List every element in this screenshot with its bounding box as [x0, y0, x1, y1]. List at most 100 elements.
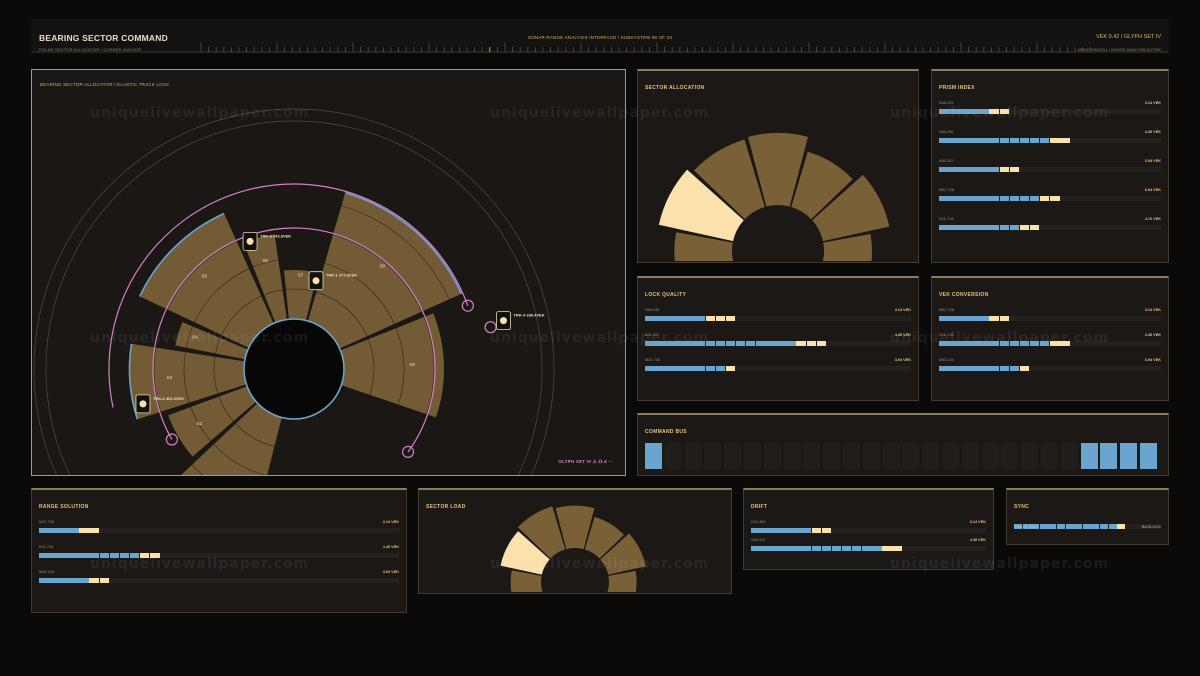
command-bus-cell[interactable] — [1001, 443, 1019, 469]
bar-segment — [665, 316, 675, 321]
bar-segment — [1060, 341, 1070, 346]
command-bus-cell[interactable] — [803, 443, 821, 469]
sector-wedge[interactable] — [307, 193, 461, 349]
bar-row-value: 3.14 VEK — [1144, 308, 1161, 312]
command-bus-cell[interactable] — [704, 443, 722, 469]
bar-segment — [862, 546, 872, 551]
sync-right-label: BUSLOCK — [1141, 524, 1161, 529]
bar-segment — [979, 109, 989, 114]
bar-segment — [959, 341, 969, 346]
bar-segment — [685, 341, 695, 346]
bar-segment — [39, 578, 49, 583]
bar-segment — [1050, 341, 1060, 346]
bar-track — [939, 366, 1161, 371]
command-bus-cell[interactable] — [1139, 443, 1157, 469]
bar-track — [39, 528, 399, 533]
panel-title: LOCK QUALITY — [645, 292, 687, 298]
command-bus-cell[interactable] — [1021, 443, 1039, 469]
command-bus-cell[interactable] — [1060, 443, 1078, 469]
command-bus-cell[interactable] — [922, 443, 940, 469]
bar-segment — [119, 553, 130, 558]
bar-row-value: 4.45 VEK — [969, 538, 986, 542]
command-bus-cell[interactable] — [664, 443, 682, 469]
bar-segment — [1029, 341, 1040, 346]
bar-segment — [69, 553, 79, 558]
bar-track — [939, 341, 1161, 346]
bar-segment — [989, 109, 999, 114]
command-bus-cell[interactable] — [724, 443, 742, 469]
bar-segment — [59, 528, 69, 533]
command-bus-cell[interactable] — [823, 443, 841, 469]
fan-slice[interactable] — [607, 570, 637, 592]
command-bus-cell[interactable] — [941, 443, 959, 469]
bar-segment — [715, 366, 726, 371]
bar-segment — [655, 316, 665, 321]
header-bar: BEARING SECTOR COMMAND POLAR SECTOR ALLO… — [31, 19, 1169, 53]
command-bus-cell[interactable] — [902, 443, 920, 469]
bar-row-value: 3.94 VEK — [1144, 358, 1161, 362]
bar-row-value: 4.45 VEK — [1144, 333, 1161, 337]
track-label: TRK-1 377.8VEK — [326, 273, 357, 278]
bar-segment — [969, 341, 979, 346]
bar-segment — [761, 546, 771, 551]
command-bus-cell[interactable] — [882, 443, 900, 469]
bar-segment — [999, 341, 1010, 346]
command-bus-cell[interactable] — [763, 443, 781, 469]
bar-track — [939, 138, 1161, 143]
bar-segment — [49, 553, 59, 558]
command-bus-cell[interactable] — [981, 443, 999, 469]
bar-segment — [776, 341, 786, 346]
vek-conversion-panel: VEK CONVERSION M22-728 3.14 VEK K21-718 4.4… — [931, 276, 1169, 401]
bar-row-value: 3.14 VEK — [1144, 101, 1161, 105]
command-bus-cell[interactable] — [842, 443, 860, 469]
radar-sector[interactable]: S8 — [307, 192, 463, 349]
command-bus-cell[interactable] — [783, 443, 801, 469]
bar-segment — [989, 167, 999, 172]
track-endpoint[interactable] — [484, 321, 497, 334]
bar-segments — [39, 528, 100, 533]
sector-load-panel: SECTOR LOAD — [418, 488, 732, 594]
command-bus-cell[interactable] — [1120, 443, 1138, 469]
bar-segment — [761, 528, 771, 533]
bar-segment — [1009, 167, 1020, 172]
command-bus-cell[interactable] — [1080, 443, 1098, 469]
bar-row-label: S56-246 — [645, 308, 660, 312]
command-bus-cell[interactable] — [743, 443, 761, 469]
radar-core — [243, 318, 345, 420]
command-bus-cell[interactable] — [961, 443, 979, 469]
command-bus-cell[interactable] — [862, 443, 880, 469]
bar-segment — [969, 138, 979, 143]
bar-segment — [655, 341, 665, 346]
command-bus-cell[interactable] — [1100, 443, 1118, 469]
bar-segment — [806, 341, 816, 346]
bar-segments — [39, 578, 110, 583]
range-solution-panel: RANGE SOLUTION M22-728 3.14 VEK K21-718 4.4… — [31, 488, 407, 613]
bar-segment — [1019, 366, 1030, 371]
bar-segment — [781, 546, 791, 551]
bar-segment — [949, 316, 959, 321]
command-bus-cell[interactable] — [645, 443, 662, 469]
bar-segment — [989, 316, 999, 321]
bar-segment — [1029, 225, 1040, 230]
bar-row-value: 5.64 VEK — [1144, 188, 1161, 192]
bar-segment — [756, 341, 766, 346]
bar-segment — [989, 225, 999, 230]
bar-row-label: K21-718 — [939, 333, 954, 337]
bar-segment — [1117, 524, 1126, 529]
bar-segment — [999, 196, 1010, 201]
bar-segment — [979, 366, 989, 371]
command-bus-cell[interactable] — [1040, 443, 1058, 469]
bar-segment — [59, 553, 69, 558]
sector-allocation-panel: SECTOR ALLOCATION — [637, 69, 919, 263]
bar-segment — [1099, 524, 1108, 529]
bar-segments — [939, 109, 1010, 114]
bar-segment — [841, 546, 852, 551]
command-bus-cell[interactable] — [684, 443, 702, 469]
bar-segment — [59, 578, 69, 583]
bar-row-value: 3.94 VEK — [894, 358, 911, 362]
bar-segment — [999, 225, 1010, 230]
bar-segment — [705, 341, 716, 346]
bar-track — [939, 109, 1161, 114]
prism-index-panel: PRISM INDEX K58-225 3.14 VEK S56-246 4.45 V… — [931, 69, 1169, 263]
bar-segment — [1056, 524, 1065, 529]
